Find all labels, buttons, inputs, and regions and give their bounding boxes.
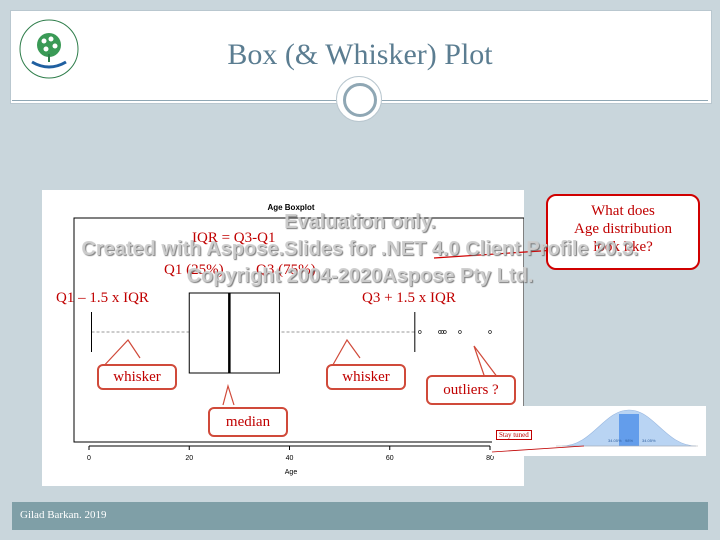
lower-fence-label: Q1 – 1.5 x IQR xyxy=(56,290,149,306)
upper-fence-label: Q3 + 1.5 x IQR xyxy=(362,290,456,306)
outlier-point xyxy=(458,330,462,334)
watermark-line-3: Copyright 2004-2020Aspose Pty Ltd. xyxy=(186,265,534,287)
outlier-point xyxy=(418,330,422,334)
x-tick-label: 40 xyxy=(286,455,294,462)
outlier-points xyxy=(418,330,492,334)
ornament-circle-inner xyxy=(343,83,377,117)
ornament-circle xyxy=(336,76,382,122)
mini-percent-left: 34.05% xyxy=(608,438,622,443)
watermark-line-2: Created with Aspose.Slides for .NET 4.0 … xyxy=(81,238,639,260)
iqr-box xyxy=(188,292,280,374)
mini-percent-right: 34.05% xyxy=(642,438,656,443)
title-rule-left xyxy=(12,100,336,101)
watermark-line-1: Evaluation only. xyxy=(284,211,436,233)
footer-text: Gilad Barkan. 2019 xyxy=(20,509,107,521)
stay-tuned-label: Stay tuned xyxy=(496,430,532,440)
slide: Box (& Whisker) Plot Age Boxplot 0 20 40 60… xyxy=(0,0,720,540)
whisker-left-label: whisker xyxy=(97,364,177,390)
slide-title: Box (& Whisker) Plot xyxy=(227,38,493,71)
outlier-point xyxy=(488,330,492,334)
x-tick-label: 60 xyxy=(386,455,394,462)
outliers-label: outliers ? xyxy=(426,375,516,405)
x-tick-label: 0 xyxy=(87,455,91,462)
x-axis-ticks: 0 20 40 60 80 xyxy=(87,446,494,462)
boxplot-panel: Age Boxplot 0 20 40 60 80 Age xyxy=(42,190,524,486)
x-axis-label: Age xyxy=(285,469,298,476)
x-tick-label: 20 xyxy=(185,455,193,462)
tree-logo-icon xyxy=(18,18,80,80)
median-label: median xyxy=(208,407,288,437)
mini-percent-mid: 98% xyxy=(625,438,633,443)
footer-bar xyxy=(12,502,708,530)
title-rule-right xyxy=(382,100,708,101)
boxplot-chart: Age Boxplot 0 20 40 60 80 Age xyxy=(73,203,524,476)
x-tick-label: 80 xyxy=(486,455,494,462)
whisker-right-label: whisker xyxy=(326,364,406,390)
